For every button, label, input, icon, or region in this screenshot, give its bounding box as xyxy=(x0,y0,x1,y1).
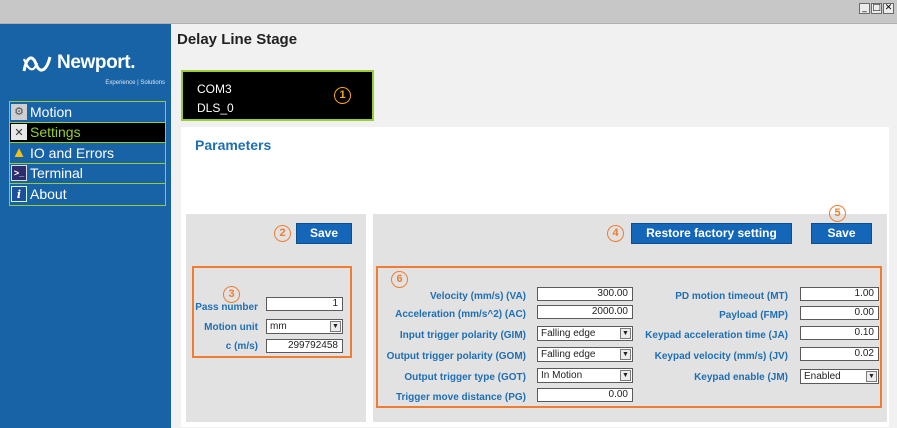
payload-label: Payload (FMP) xyxy=(719,310,788,321)
speed-of-light-input[interactable]: 299792458 xyxy=(266,339,343,353)
pd-timeout-input[interactable]: 1.00 xyxy=(800,287,879,301)
output-trigger-value: Falling edge xyxy=(541,349,596,360)
output-type-value: In Motion xyxy=(541,370,583,381)
restore-factory-button[interactable]: Restore factory setting xyxy=(631,223,792,244)
warning-icon: ▲ xyxy=(11,144,27,162)
keypad-accel-label: Keypad acceleration time (JA) xyxy=(645,330,788,341)
chevron-down-icon: ▼ xyxy=(620,349,631,360)
acceleration-label: Acceleration (mm/s^2) (AC) xyxy=(395,309,526,320)
callout-6: 6 xyxy=(391,271,408,288)
newport-logo-mark-icon xyxy=(22,56,52,72)
device-name-label: DLS_0 xyxy=(197,101,234,115)
trigger-distance-label: Trigger move distance (PG) xyxy=(395,392,526,403)
input-trigger-label: Input trigger polarity (GIM) xyxy=(399,330,526,341)
connection-panel: COM3 DLS_0 1 xyxy=(181,70,374,121)
window-title-bar: _ □ ✕ xyxy=(0,0,897,24)
pd-timeout-label: PD motion timeout (MT) xyxy=(675,291,788,302)
sidebar-item-label: Motion xyxy=(30,103,73,120)
sidebar-item-about[interactable]: i About xyxy=(10,184,165,205)
parameters-title: Parameters xyxy=(195,137,272,153)
input-trigger-value: Falling edge xyxy=(541,328,596,339)
callout-3: 3 xyxy=(223,286,240,303)
sidebar-item-label: Settings xyxy=(30,124,81,141)
callout-5: 5 xyxy=(829,205,846,222)
callout-2: 2 xyxy=(274,225,291,242)
pass-number-label: Pass number xyxy=(195,302,258,313)
sidebar-item-terminal[interactable]: >_ Terminal xyxy=(10,164,165,184)
motion-unit-select[interactable]: mm ▼ xyxy=(266,319,343,334)
newport-logo: Newport. Experience | Solutions xyxy=(0,52,171,102)
velocity-input[interactable]: 300.00 xyxy=(537,287,633,301)
minimize-button[interactable]: _ xyxy=(859,3,870,14)
callout-4: 4 xyxy=(607,225,624,242)
chevron-down-icon: ▼ xyxy=(620,328,631,339)
output-trigger-select[interactable]: Falling edge ▼ xyxy=(537,347,633,362)
payload-input[interactable]: 0.00 xyxy=(800,306,879,320)
general-settings-panel: 2 Save 3 Pass number 1 Motion unit mm ▼ … xyxy=(186,214,366,422)
sidebar-item-settings[interactable]: ✕ Settings xyxy=(10,122,165,143)
keypad-velocity-input[interactable]: 0.02 xyxy=(800,347,879,361)
chevron-down-icon: ▼ xyxy=(330,321,341,332)
gear-icon: ⚙ xyxy=(11,103,27,120)
maximize-button[interactable]: □ xyxy=(871,3,882,14)
sidebar-item-label: About xyxy=(30,186,67,203)
trigger-distance-input[interactable]: 0.00 xyxy=(537,388,633,402)
sidebar-item-io-errors[interactable]: ▲ IO and Errors xyxy=(10,143,165,164)
com-port-label: COM3 xyxy=(197,82,232,96)
info-icon: i xyxy=(11,186,27,203)
pass-number-input[interactable]: 1 xyxy=(266,297,343,311)
keypad-accel-input[interactable]: 0.10 xyxy=(800,326,879,340)
general-fields-group: 3 Pass number 1 Motion unit mm ▼ c (m/s)… xyxy=(192,266,352,358)
stage-settings-panel: 4 Restore factory setting 5 Save 6 Veloc… xyxy=(373,205,887,422)
keypad-enable-select[interactable]: Enabled ▼ xyxy=(800,369,879,384)
callout-1: 1 xyxy=(334,87,351,104)
motion-unit-value: mm xyxy=(270,321,287,332)
stage-fields-group: 6 Velocity (mm/s) (VA) 300.00 Accelerati… xyxy=(376,266,882,408)
keypad-enable-value: Enabled xyxy=(804,371,841,382)
keypad-enable-label: Keypad enable (JM) xyxy=(694,372,788,383)
sidebar-item-label: IO and Errors xyxy=(30,144,115,161)
window-controls: _ □ ✕ xyxy=(859,3,894,14)
brand-name: Newport. xyxy=(57,52,136,73)
motion-unit-label: Motion unit xyxy=(204,322,258,333)
output-trigger-label: Output trigger polarity (GOM) xyxy=(386,351,526,362)
input-trigger-select[interactable]: Falling edge ▼ xyxy=(537,326,633,341)
sidebar-item-label: Terminal xyxy=(30,165,83,182)
main-content: Delay Line Stage COM3 DLS_0 1 Parameters… xyxy=(171,24,897,428)
tools-icon: ✕ xyxy=(11,124,27,141)
output-type-label: Output trigger type (GOT) xyxy=(404,372,526,383)
brand-tagline: Experience | Solutions xyxy=(105,80,165,86)
velocity-label: Velocity (mm/s) (VA) xyxy=(430,291,526,302)
speed-of-light-label: c (m/s) xyxy=(225,341,258,352)
acceleration-input[interactable]: 2000.00 xyxy=(537,305,633,319)
sidebar: Newport. Experience | Solutions ⚙ Motion… xyxy=(0,24,171,428)
save-button[interactable]: Save xyxy=(296,223,352,244)
output-type-select[interactable]: In Motion ▼ xyxy=(537,368,633,383)
sidebar-item-motion[interactable]: ⚙ Motion xyxy=(10,102,165,123)
sidebar-nav: ⚙ Motion ✕ Settings ▲ IO and Errors >_ T… xyxy=(9,101,166,206)
save-factory-button[interactable]: Save xyxy=(811,223,872,244)
chevron-down-icon: ▼ xyxy=(620,370,631,381)
chevron-down-icon: ▼ xyxy=(866,371,877,382)
close-button[interactable]: ✕ xyxy=(883,3,894,14)
terminal-icon: >_ xyxy=(11,165,27,182)
keypad-velocity-label: Keypad velocity (mm/s) (JV) xyxy=(654,351,788,362)
page-title: Delay Line Stage xyxy=(177,31,298,48)
